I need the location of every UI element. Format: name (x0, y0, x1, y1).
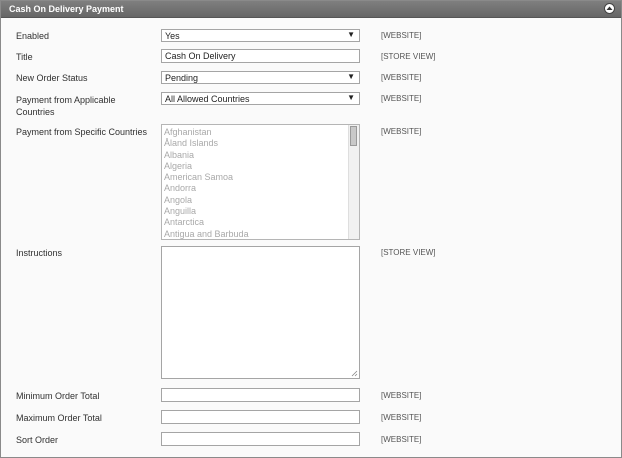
title-input[interactable]: Cash On Delivery (161, 49, 360, 63)
country-option[interactable]: Algeria (164, 161, 359, 172)
enabled-select[interactable]: Yes ▼ (161, 29, 360, 42)
title-label: Title (16, 52, 33, 62)
country-options-list: Afghanistan Åland Islands Albania Algeri… (162, 125, 359, 239)
sort-order-label: Sort Order (16, 435, 59, 445)
min-order-total-input[interactable] (161, 388, 360, 402)
enabled-scope: [WEBSITE] (381, 31, 422, 40)
resize-grip-icon[interactable] (351, 370, 358, 377)
country-option[interactable]: American Samoa (164, 172, 359, 183)
new-order-status-label: New Order Status (16, 73, 88, 83)
dropdown-arrow-icon: ▼ (347, 30, 355, 39)
applicable-countries-select[interactable]: All Allowed Countries ▼ (161, 92, 360, 105)
instructions-textarea[interactable] (161, 246, 360, 379)
scrollbar-thumb[interactable] (350, 126, 357, 146)
max-order-total-label: Maximum Order Total (16, 413, 102, 423)
min-order-total-label: Minimum Order Total (16, 391, 100, 401)
multiselect-scrollbar[interactable] (348, 125, 359, 239)
applicable-countries-label-line2: Countries (16, 107, 55, 117)
applicable-countries-label-line1: Payment from Applicable (16, 95, 116, 105)
country-option[interactable]: Albania (164, 150, 359, 161)
applicable-countries-value: All Allowed Countries (165, 94, 250, 104)
country-option[interactable]: Afghanistan (164, 127, 359, 138)
dropdown-arrow-icon: ▼ (347, 93, 355, 102)
dropdown-arrow-icon: ▼ (347, 72, 355, 81)
country-option[interactable]: Antigua and Barbuda (164, 229, 359, 239)
section-header[interactable]: Cash On Delivery Payment (1, 1, 621, 18)
min-order-total-scope: [WEBSITE] (381, 391, 422, 400)
new-order-status-scope: [WEBSITE] (381, 73, 422, 82)
max-order-total-input[interactable] (161, 410, 360, 424)
country-option[interactable]: Antarctica (164, 217, 359, 228)
sort-order-scope: [WEBSITE] (381, 435, 422, 444)
enabled-label: Enabled (16, 31, 50, 41)
sort-order-input[interactable] (161, 432, 360, 446)
title-scope: [STORE VIEW] (381, 52, 436, 61)
applicable-countries-label: Payment from Applicable Countries (16, 94, 116, 118)
specific-countries-scope: [WEBSITE] (381, 127, 422, 136)
title-value: Cash On Delivery (165, 51, 236, 61)
instructions-scope: [STORE VIEW] (381, 248, 436, 257)
new-order-status-value: Pending (165, 73, 199, 83)
max-order-total-scope: [WEBSITE] (381, 413, 422, 422)
country-option[interactable]: Anguilla (164, 206, 359, 217)
section-title: Cash On Delivery Payment (9, 4, 124, 14)
country-option[interactable]: Angola (164, 195, 359, 206)
instructions-label: Instructions (16, 248, 63, 258)
enabled-value: Yes (165, 31, 180, 41)
specific-countries-label: Payment from Specific Countries (16, 127, 148, 137)
country-option[interactable]: Åland Islands (164, 138, 359, 149)
new-order-status-select[interactable]: Pending ▼ (161, 71, 360, 84)
applicable-countries-scope: [WEBSITE] (381, 94, 422, 103)
country-option[interactable]: Andorra (164, 183, 359, 194)
chevron-up-icon[interactable] (604, 3, 615, 14)
specific-countries-multiselect[interactable]: Afghanistan Åland Islands Albania Algeri… (161, 124, 360, 240)
payment-config-panel: Cash On Delivery Payment Enabled Yes ▼ [… (0, 0, 622, 458)
